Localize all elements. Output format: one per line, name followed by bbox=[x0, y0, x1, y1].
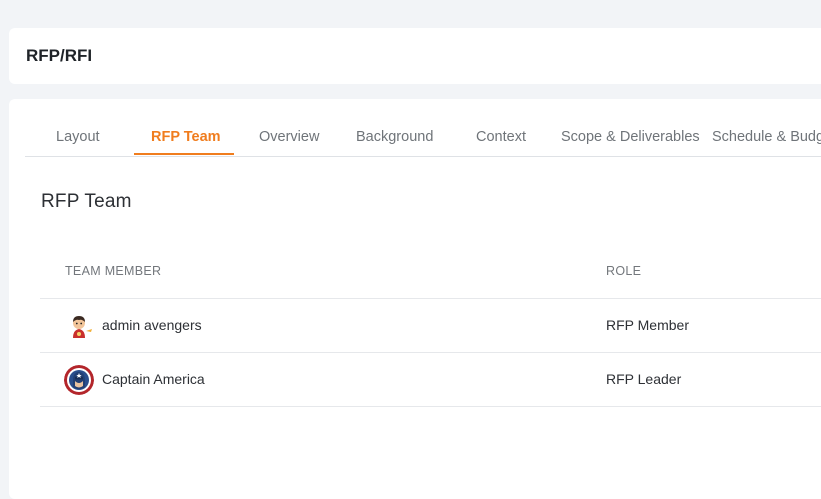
captain-america-avatar bbox=[64, 365, 94, 395]
table-header-row: TEAM MEMBER ROLE bbox=[40, 249, 821, 299]
section-title: RFP Team bbox=[41, 191, 132, 212]
tab-context[interactable]: Context bbox=[476, 129, 526, 145]
member-role: RFP Leader bbox=[606, 371, 682, 387]
tab-rfp-team[interactable]: RFP Team bbox=[151, 129, 221, 145]
tab-bar: Layout RFP Team Overview Background Cont… bbox=[25, 122, 821, 157]
column-header-team-member: TEAM MEMBER bbox=[65, 264, 162, 278]
member-name: admin avengers bbox=[102, 317, 202, 333]
main-panel: Layout RFP Team Overview Background Cont… bbox=[9, 99, 821, 499]
column-header-role: ROLE bbox=[606, 264, 642, 278]
active-tab-indicator bbox=[134, 153, 234, 155]
member-role: RFP Member bbox=[606, 317, 689, 333]
table-row[interactable]: Captain America RFP Leader bbox=[40, 353, 821, 407]
tab-layout[interactable]: Layout bbox=[56, 129, 100, 145]
tab-overview[interactable]: Overview bbox=[259, 129, 319, 145]
member-name: Captain America bbox=[102, 371, 205, 387]
table-row[interactable]: admin avengers RFP Member bbox=[40, 299, 821, 353]
tab-schedule-budget[interactable]: Schedule & Budg bbox=[712, 129, 821, 145]
page-header: RFP/RFI bbox=[9, 28, 821, 84]
tab-background[interactable]: Background bbox=[356, 129, 433, 145]
page-title: RFP/RFI bbox=[26, 46, 93, 65]
iron-man-avatar bbox=[64, 311, 94, 341]
tab-scope-deliverables[interactable]: Scope & Deliverables bbox=[561, 129, 700, 145]
